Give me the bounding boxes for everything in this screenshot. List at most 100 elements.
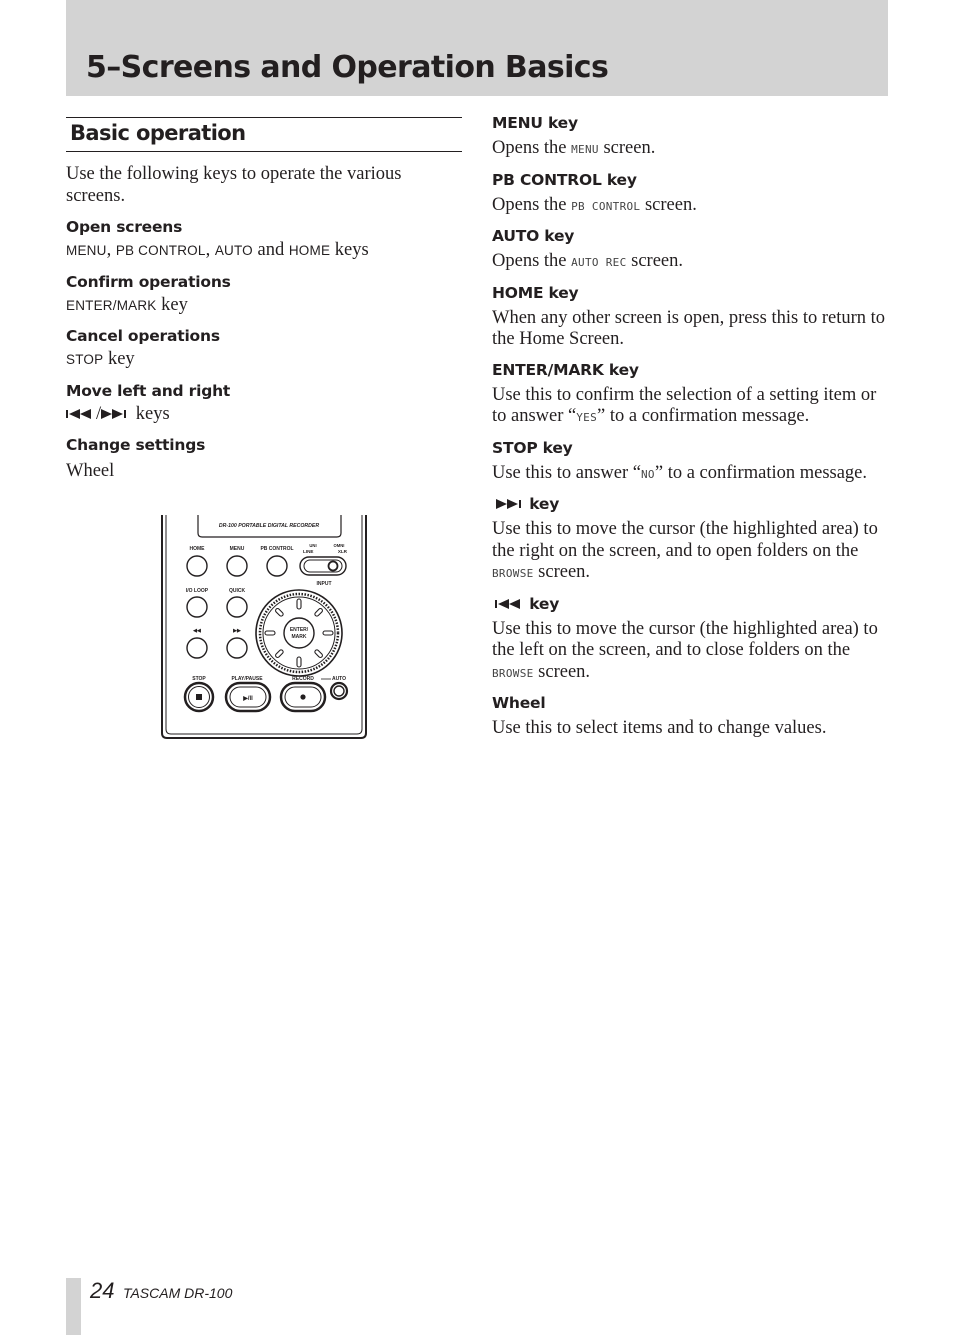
item-confirm-operations: Confirm operations ENTER/MARK key — [66, 272, 462, 317]
item-move-left-right: Move left and right / keys — [66, 381, 462, 426]
footer-bar — [66, 1278, 81, 1335]
device-model-label: DR-100 PORTABLE DIGITAL RECORDER — [219, 523, 319, 529]
text-fragment: screen. — [626, 251, 684, 271]
right-column: MENU key Opens the MENU screen. PB CONTR… — [492, 113, 888, 749]
text-fragment: Opens the — [492, 138, 572, 158]
item-heading: Confirm operations — [66, 272, 231, 291]
item-text: STOP key — [66, 349, 462, 371]
item-open-screens: Open screens MENU, PB CONTROL, AUTO and … — [66, 217, 462, 262]
item-heading: Open screens — [66, 218, 183, 236]
item-home-key: HOME key When any other screen is open, … — [492, 283, 888, 351]
item-text: MENU, PB CONTROL, AUTO and HOME keys — [66, 240, 462, 262]
skip-forward-icon — [496, 499, 521, 509]
record-glyph — [300, 694, 306, 700]
item-heading: PB CONTROL key — [492, 170, 637, 189]
pb-control-label: PB CONTROL — [260, 546, 293, 552]
item-skip-back-key: key Use this to move the cursor (the hig… — [492, 594, 888, 685]
item-heading: Move left and right — [66, 381, 231, 400]
item-wheel: Wheel Use this to select items and to ch… — [492, 693, 888, 740]
lcd-text: NO — [641, 467, 655, 481]
mark-label: MARK — [292, 634, 307, 640]
key-name: STOP — [66, 352, 104, 367]
item-text: Use this to confirm the selection of a s… — [492, 385, 888, 429]
item-text: Use this to select items and to change v… — [492, 718, 827, 738]
item-pb-control-key: PB CONTROL key Opens the PB CONTROL scre… — [492, 170, 888, 218]
key-name: MENU — [66, 243, 107, 258]
chapter-header-band: 5–Screens and Operation Basics — [66, 0, 888, 96]
item-heading: Change settings — [66, 436, 206, 454]
chapter-title: 5–Screens and Operation Basics — [86, 50, 609, 85]
text-fragment: screen. — [598, 138, 656, 158]
section-title: Basic operation — [66, 117, 462, 152]
switch-right-label: XLR — [338, 549, 348, 554]
key-name: ENTER/MARK — [66, 297, 157, 313]
text-fragment: Opens the — [492, 251, 572, 271]
item-skip-forward-key: key Use this to move the cursor (the hig… — [492, 494, 888, 585]
auto-label: AUTO — [332, 676, 346, 682]
io-loop-label: I/O LOOP — [186, 588, 209, 594]
input-label: INPUT — [317, 581, 332, 587]
text-fragment: keys — [131, 403, 170, 424]
menu-label: MENU — [230, 546, 245, 552]
item-text: Use this to move the cursor (the highlig… — [492, 619, 888, 685]
lcd-text: AUTO REC — [571, 256, 627, 269]
skip-back-glyph: ◀◀ — [192, 628, 201, 634]
skip-forward-button — [226, 637, 248, 659]
switch-uni-label: UNI — [309, 543, 316, 548]
item-text: Use this to answer “NO” to a confirmatio… — [492, 463, 888, 486]
lcd-text: YES — [576, 411, 598, 424]
skip-forward-glyph: ▶▶ — [232, 628, 242, 634]
switch-omni-label: OMNI — [334, 543, 345, 548]
enter-mark-button — [283, 617, 315, 649]
text-fragment: key — [103, 349, 135, 369]
play-pause-glyph: ▶/II — [242, 695, 253, 702]
item-text: When any other screen is open, press thi… — [492, 307, 886, 350]
stop-glyph — [196, 694, 202, 700]
play-pause-label: PLAY/PAUSE — [231, 676, 263, 682]
quick-label: QUICK — [229, 588, 246, 594]
item-change-settings: Change settings Wheel — [66, 435, 462, 483]
page-number: 24 — [90, 1278, 115, 1303]
item-heading: MENU key — [492, 114, 578, 132]
item-text: ENTER/MARK key — [66, 295, 462, 317]
lcd-text: BROWSE — [492, 666, 534, 680]
enter-label: ENTER/ — [290, 627, 309, 633]
item-text: / keys — [66, 404, 462, 426]
item-text: Opens the PB CONTROL screen. — [492, 195, 888, 218]
key-name: HOME — [288, 243, 331, 258]
item-text: Use this to move the cursor (the highlig… — [492, 519, 888, 585]
text-fragment: Use this to move the cursor (the highlig… — [492, 618, 878, 661]
item-heading: STOP key — [492, 438, 573, 457]
wheel-indicator-marks — [264, 598, 334, 668]
pb-control-button — [266, 555, 288, 577]
text-fragment: Use this to move the cursor (the highlig… — [492, 519, 878, 561]
heading-label: key — [529, 495, 560, 513]
home-label: HOME — [190, 546, 206, 552]
item-text: Opens the MENU screen. — [492, 138, 888, 161]
item-enter-mark-key: ENTER/MARK key Use this to confirm the s… — [492, 360, 888, 429]
item-text: Wheel — [66, 461, 115, 481]
item-auto-key: AUTO key Opens the AUTO REC screen. — [492, 226, 888, 274]
text-fragment: screen. — [640, 194, 697, 215]
io-loop-button — [186, 596, 208, 618]
stop-label: STOP — [192, 676, 206, 682]
text-fragment: keys — [330, 240, 369, 260]
item-stop-key: STOP key Use this to answer “NO” to a co… — [492, 438, 888, 486]
text-fragment: , — [205, 240, 215, 260]
left-column: Basic operation Use the following keys t… — [66, 117, 462, 483]
skip-back-icon — [495, 598, 520, 609]
text-fragment: Use this to answer “ — [492, 462, 641, 483]
item-heading: ENTER/MARK key — [492, 360, 639, 379]
heading-label: key — [529, 594, 560, 613]
menu-button — [226, 555, 248, 577]
wheel — [255, 589, 343, 677]
lcd-text: BROWSE — [492, 567, 534, 580]
item-menu-key: MENU key Opens the MENU screen. — [492, 113, 888, 161]
item-heading: Wheel — [492, 694, 546, 712]
text-fragment: and — [252, 240, 289, 260]
footer-brand: TASCAM DR-100 — [122, 1285, 233, 1301]
key-name: PB CONTROL — [115, 243, 206, 258]
lcd-text: MENU — [571, 143, 599, 156]
key-name: AUTO — [214, 243, 253, 258]
home-button — [186, 555, 208, 577]
